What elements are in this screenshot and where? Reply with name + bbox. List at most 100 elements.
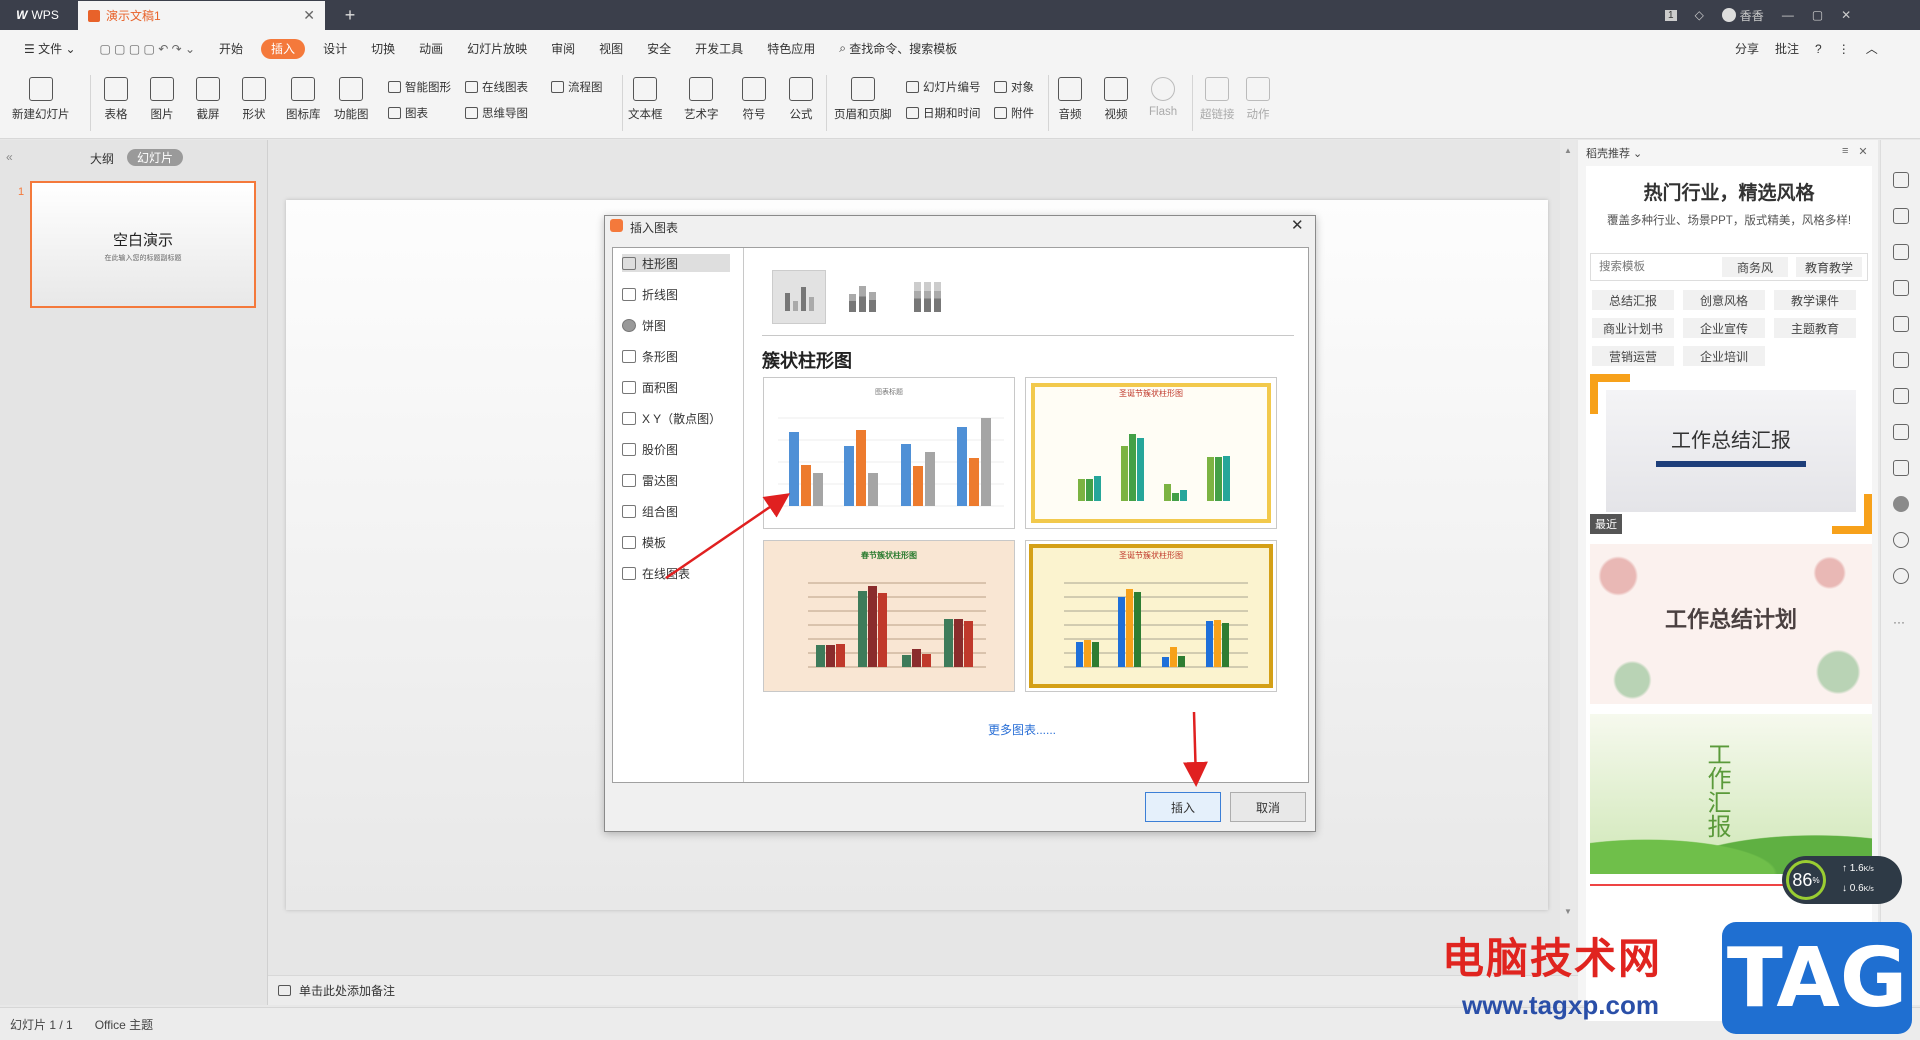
sound-icon[interactable] — [1893, 460, 1909, 476]
funcchart-button[interactable]: 功能图 — [334, 77, 369, 122]
minimize-icon[interactable]: — — [1782, 8, 1794, 22]
new-tab-button[interactable]: + — [335, 0, 365, 30]
menu-slideshow[interactable]: 幻灯片放映 — [455, 30, 539, 67]
menu-animation[interactable]: 动画 — [407, 30, 455, 67]
menu-insert[interactable]: 插入 — [261, 38, 306, 59]
smart-shape-button[interactable]: 智能图形 — [388, 79, 451, 95]
command-search[interactable]: ⌕ 查找命令、搜索模板 — [827, 30, 969, 67]
template-active-icon[interactable] — [1893, 496, 1909, 512]
chart-type-pie[interactable]: 饼图 — [622, 316, 666, 334]
menu-review[interactable]: 审阅 — [539, 30, 587, 67]
flash-button[interactable]: Flash — [1149, 77, 1177, 118]
adjust-icon[interactable] — [1893, 316, 1909, 332]
chart-type-column[interactable]: 柱形图 — [622, 254, 730, 272]
datetime-button[interactable]: 日期和时间 — [906, 105, 981, 121]
theme-name[interactable]: Office 主题 — [95, 1016, 153, 1033]
wps-tab[interactable]: W WPS — [0, 0, 75, 30]
vertical-scrollbar[interactable]: ▲ ▼ — [1560, 140, 1576, 920]
slide-thumbnail[interactable]: 空白演示 在此输入您的标题副标题 — [30, 181, 256, 308]
attachment-button[interactable]: 附件 — [994, 105, 1034, 121]
comment-button[interactable]: 批注 — [1775, 40, 1799, 57]
chart-type-stock[interactable]: 股价图 — [622, 440, 678, 458]
template-search-input[interactable] — [1591, 254, 1721, 280]
tag-marketing[interactable]: 营销运营 — [1592, 346, 1674, 366]
user-avatar[interactable] — [1721, 8, 1736, 22]
quick-access-tools[interactable]: ▢ ▢ ▢ ▢ ↶ ↷ ⌄ — [88, 30, 208, 67]
document-tab[interactable]: 演示文稿1 ✕ — [78, 1, 325, 30]
tag-training[interactable]: 企业培训 — [1683, 346, 1765, 366]
menu-security[interactable]: 安全 — [635, 30, 683, 67]
tag-promotion[interactable]: 企业宣传 — [1683, 318, 1765, 338]
help-icon[interactable]: ? — [1815, 42, 1822, 56]
collapse-panel-icon[interactable]: « — [6, 150, 13, 164]
subtype-clustered[interactable] — [772, 270, 826, 324]
screenshot-button[interactable]: 截屏 — [196, 77, 220, 122]
video-button[interactable]: 视频 — [1104, 77, 1128, 122]
template-card-2[interactable]: 工作总结计划 — [1590, 544, 1872, 704]
close-window-icon[interactable]: ✕ — [1841, 8, 1851, 22]
copy-icon[interactable] — [1893, 208, 1909, 224]
panel-header[interactable]: 稻壳推荐 ⌄ — [1586, 145, 1642, 161]
tag-creative[interactable]: 创意风格 — [1683, 290, 1765, 310]
close-tab-icon[interactable]: ✕ — [303, 7, 315, 24]
slides-tab[interactable]: 幻灯片 — [127, 149, 183, 166]
wordart-button[interactable]: 艺术字 — [684, 77, 719, 122]
online-chart-button[interactable]: 在线图表 — [465, 79, 528, 95]
template-card-1[interactable]: 工作总结汇报 最近 — [1590, 374, 1872, 534]
audio-button[interactable]: 音频 — [1058, 77, 1082, 122]
hyperlink-button[interactable]: 超链接 — [1200, 77, 1235, 122]
maximize-icon[interactable]: ▢ — [1812, 8, 1823, 22]
menu-transition[interactable]: 切换 — [359, 30, 407, 67]
animation-icon[interactable] — [1893, 280, 1909, 296]
subtype-stacked[interactable] — [835, 270, 889, 324]
table-button[interactable]: 表格 — [104, 77, 128, 122]
menu-lines-icon[interactable]: ≡ — [1842, 145, 1848, 158]
layout-icon[interactable] — [1893, 388, 1909, 404]
menu-design[interactable]: 设计 — [311, 30, 359, 67]
subtype-percent-stacked[interactable] — [900, 270, 954, 324]
menu-view[interactable]: 视图 — [587, 30, 635, 67]
star-icon[interactable] — [1893, 172, 1909, 188]
action-button[interactable]: 动作 — [1246, 77, 1270, 122]
tag-bizplan[interactable]: 商业计划书 — [1592, 318, 1674, 338]
share-button[interactable]: 分享 — [1735, 40, 1759, 57]
tag-business[interactable]: 商务风 — [1722, 257, 1788, 277]
object-button[interactable]: 对象 — [994, 79, 1034, 95]
mindmap-button[interactable]: 思维导图 — [465, 105, 528, 121]
picture-button[interactable]: 图片 — [150, 77, 174, 122]
cancel-button[interactable]: 取消 — [1230, 792, 1306, 822]
collapse-ribbon-icon[interactable]: ︿ — [1866, 40, 1878, 57]
slide-number-button[interactable]: 幻灯片编号 — [906, 79, 981, 95]
outline-tab[interactable]: 大纲 — [90, 150, 114, 167]
network-speed-widget[interactable]: 86% ↑ 1.6K/s ↓ 0.6K/s — [1782, 856, 1902, 904]
symbol-button[interactable]: 符号 — [742, 77, 766, 122]
shapes-icon[interactable] — [1893, 244, 1909, 260]
gallery-icon[interactable] — [1893, 352, 1909, 368]
chart-type-bar[interactable]: 条形图 — [622, 347, 678, 365]
tag-education[interactable]: 教育教学 — [1796, 257, 1862, 277]
chart-type-scatter[interactable]: X Y（散点图） — [622, 409, 721, 427]
image-icon[interactable] — [1893, 424, 1909, 440]
tag-theme-edu[interactable]: 主题教育 — [1774, 318, 1856, 338]
flowchart-button[interactable]: 流程图 — [551, 79, 603, 95]
skin-icon[interactable]: ◇ — [1695, 8, 1704, 22]
chart-type-line[interactable]: 折线图 — [622, 285, 678, 303]
more-icon[interactable]: ⋮ — [1838, 42, 1850, 56]
file-menu[interactable]: ☰ 文件 ⌄ — [12, 30, 88, 67]
menu-start[interactable]: 开始 — [207, 30, 255, 67]
history-icon[interactable] — [1893, 532, 1909, 548]
iconlib-button[interactable]: 图标库 — [286, 77, 321, 122]
textbox-button[interactable]: 文本框 — [628, 77, 663, 122]
new-slide-button[interactable]: 新建幻灯片 — [12, 77, 70, 122]
close-panel-icon[interactable]: ✕ — [1858, 145, 1867, 158]
more-dots-icon[interactable]: ··· — [1893, 615, 1905, 629]
window-count-icon[interactable]: 1 — [1665, 9, 1677, 21]
dialog-close-icon[interactable]: ✕ — [1291, 216, 1304, 234]
notes-bar[interactable]: 单击此处添加备注 — [268, 975, 1580, 1005]
menu-special[interactable]: 特色应用 — [755, 30, 827, 67]
header-footer-button[interactable]: 页眉和页脚 — [834, 77, 892, 122]
tag-summary[interactable]: 总结汇报 — [1592, 290, 1674, 310]
help-circle-icon[interactable] — [1893, 568, 1909, 584]
chart-button[interactable]: 图表 — [388, 105, 428, 121]
chart-type-area[interactable]: 面积图 — [622, 378, 678, 396]
